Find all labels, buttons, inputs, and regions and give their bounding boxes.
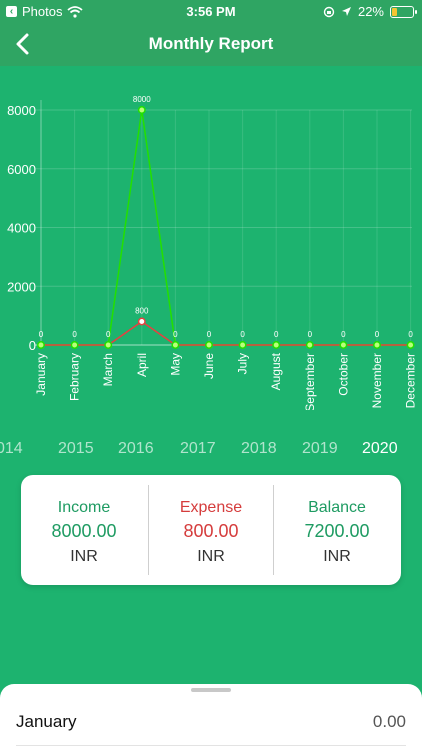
year-selector[interactable]: 014 2015 2016 2017 2018 2019 2020 xyxy=(0,436,422,464)
expense-value: 800.00 xyxy=(183,521,239,541)
list-item[interactable]: January 0.00 xyxy=(16,708,406,736)
expense-series-line xyxy=(41,320,411,346)
x-tick-label: May xyxy=(168,353,182,376)
y-tick-label: 2000 xyxy=(7,279,36,294)
x-tick-label: October xyxy=(336,353,350,396)
income-summary: Income 8000.00 INR xyxy=(21,475,147,585)
battery-percent: 22% xyxy=(357,4,384,19)
income-data-point xyxy=(171,341,180,349)
x-tick-label: September xyxy=(303,353,317,410)
expense-currency: INR xyxy=(197,548,225,565)
year-option[interactable]: 014 xyxy=(0,440,23,458)
balance-summary: Balance 7200.00 INR xyxy=(274,475,400,585)
year-option[interactable]: 2019 xyxy=(302,440,338,458)
bottom-sheet[interactable]: January 0.00 xyxy=(0,684,422,750)
y-tick-label: 0 xyxy=(29,338,36,353)
data-label: 0 xyxy=(341,330,346,339)
income-data-point xyxy=(37,341,45,349)
summary-card: Income 8000.00 INR Expense 800.00 INR Ba… xyxy=(21,475,401,585)
x-tick-label: January xyxy=(34,353,48,396)
data-label: 0 xyxy=(408,330,413,339)
income-data-point xyxy=(70,341,79,349)
data-label: 0 xyxy=(72,330,77,339)
year-option[interactable]: 2015 xyxy=(58,440,94,458)
year-option[interactable]: 2016 xyxy=(118,440,154,458)
balance-value: 7200.00 xyxy=(304,521,370,541)
battery-icon xyxy=(390,5,417,18)
x-tick-label: June xyxy=(202,353,216,379)
data-label: 0 xyxy=(39,330,44,339)
x-tick-label: December xyxy=(404,353,418,408)
data-label: 0 xyxy=(308,330,313,339)
x-tick-label: November xyxy=(370,353,384,408)
year-option[interactable]: 2018 xyxy=(241,440,277,458)
year-option[interactable]: 2017 xyxy=(180,440,216,458)
income-data-point xyxy=(238,341,247,349)
y-tick-label: 4000 xyxy=(7,221,36,236)
page-title: Monthly Report xyxy=(148,34,274,53)
x-tick-label: March xyxy=(101,353,115,386)
orientation-lock-icon xyxy=(323,6,335,17)
data-label: 0 xyxy=(274,330,279,339)
x-tick-label: August xyxy=(269,352,283,390)
nav-bar: Monthly Report xyxy=(0,22,422,66)
data-label: 0 xyxy=(106,330,111,339)
x-tick-label: April xyxy=(135,353,149,377)
income-value: 8000.00 xyxy=(51,521,117,541)
month-name: January xyxy=(16,712,77,731)
data-label: 0 xyxy=(207,330,212,339)
status-bar: ‹ Photos 3:56 PM 22% xyxy=(0,0,422,22)
income-data-point xyxy=(205,341,213,349)
row-divider xyxy=(16,745,406,746)
income-data-point xyxy=(305,341,314,349)
sheet-drag-handle[interactable] xyxy=(191,688,231,692)
data-label: 0 xyxy=(173,330,178,339)
month-amount: 0.00 xyxy=(372,712,406,731)
income-data-point xyxy=(272,341,281,349)
data-label: 8000 xyxy=(133,95,151,104)
x-tick-label: July xyxy=(236,353,250,374)
expense-label: Expense xyxy=(179,499,243,516)
balance-currency: INR xyxy=(323,548,351,565)
balance-label: Balance xyxy=(308,499,366,516)
y-tick-label: 6000 xyxy=(7,162,36,177)
y-tick-label: 8000 xyxy=(7,103,36,118)
income-currency: INR xyxy=(70,548,98,565)
data-label: 0 xyxy=(240,330,245,339)
income-data-point xyxy=(339,341,348,349)
income-data-point xyxy=(104,341,113,349)
x-tick-label: February xyxy=(68,353,82,401)
income-data-point xyxy=(373,341,381,349)
expense-summary: Expense 800.00 INR xyxy=(148,475,274,585)
income-data-point xyxy=(137,106,146,114)
data-label: 0 xyxy=(375,330,380,339)
year-option[interactable]: 2020 xyxy=(362,440,398,458)
data-label: 800 xyxy=(135,307,149,316)
income-label: Income xyxy=(57,499,111,516)
monthly-line-chart: 020004000600080000 0 080000 0 0 0 0 0 0 0800Janua… xyxy=(7,95,418,410)
income-data-point xyxy=(406,341,415,349)
expense-data-point xyxy=(137,317,146,326)
location-icon xyxy=(341,7,351,16)
